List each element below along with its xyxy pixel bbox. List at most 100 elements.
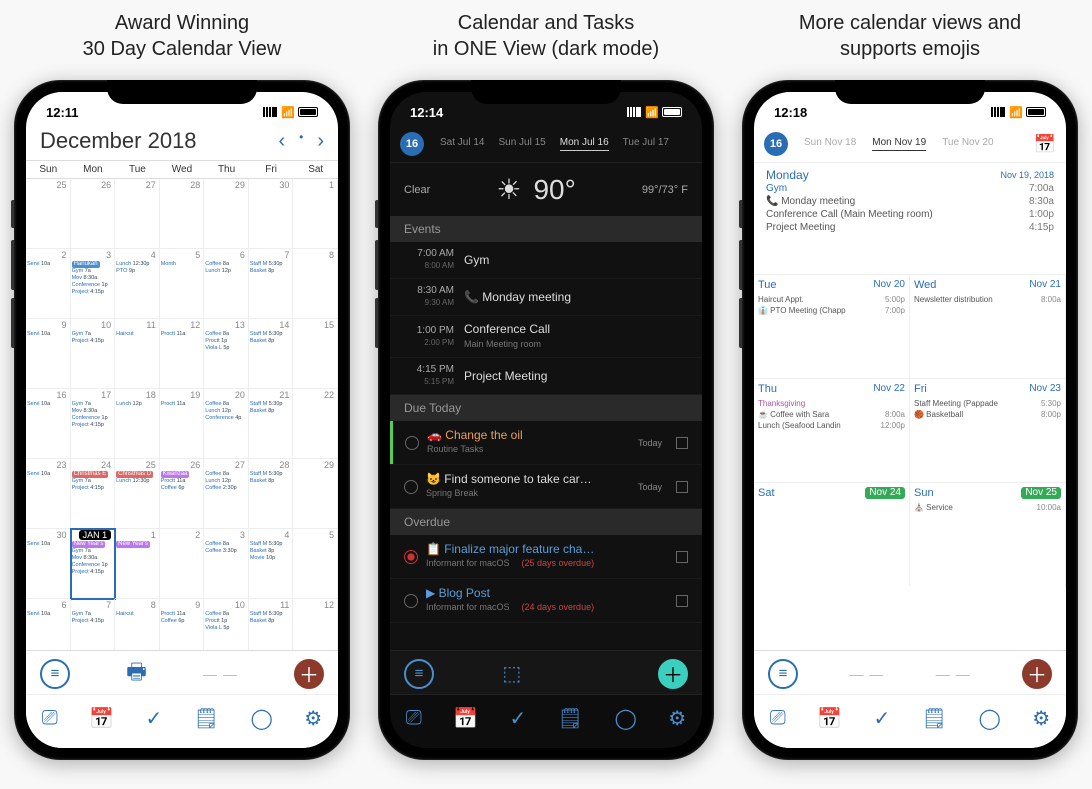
- calendar-cell[interactable]: 28: [160, 179, 205, 249]
- calendar-cell[interactable]: 22: [293, 389, 338, 459]
- calendar-icon[interactable]: 📅: [453, 706, 478, 731]
- calendar-cell[interactable]: 5Month: [160, 249, 205, 319]
- calendar-cell[interactable]: 19Proctt 11a: [160, 389, 205, 459]
- date-tab[interactable]: Tue Jul 17: [623, 137, 669, 151]
- profile-icon[interactable]: ◯: [250, 706, 272, 731]
- calendar-cell[interactable]: 26: [71, 179, 116, 249]
- calendar-cell[interactable]: 6Coffee 8aLunch 12p: [204, 249, 249, 319]
- focus-icon[interactable]: ⎚: [406, 707, 422, 730]
- menu-button[interactable]: ≡: [404, 659, 434, 689]
- date-tab[interactable]: Mon Nov 19: [872, 137, 926, 151]
- calendar-cell[interactable]: 24Christmas EGym 7aProject 4:15p: [71, 459, 116, 529]
- calendar-cell[interactable]: 29: [204, 179, 249, 249]
- calendar-cell[interactable]: 5: [293, 529, 338, 599]
- date-tab[interactable]: Mon Jul 16: [560, 137, 609, 151]
- week-cell[interactable]: ThuNov 22Thanksgiving☕ Coffee with Sara8…: [754, 378, 910, 482]
- menu-button[interactable]: ≡: [40, 659, 70, 689]
- calendar-cell[interactable]: JAN 1New Year'sGym 7aMov 8:30aConference…: [71, 529, 116, 599]
- week-cell[interactable]: FriNov 23Staff Meeting (Pappade5:30p🏀 Ba…: [910, 378, 1066, 482]
- check-icon[interactable]: ✓: [873, 706, 890, 731]
- calendar-cell[interactable]: 18Lunch 12p: [115, 389, 160, 459]
- note-icon[interactable]: 🗒: [558, 706, 583, 731]
- profile-icon[interactable]: ◯: [978, 706, 1000, 731]
- calendar-cell[interactable]: 28Staff M 5:30pBasket 8p: [249, 459, 294, 529]
- calendar-cell[interactable]: 4Staff M 5:30pBasket 8pMovie 10p: [249, 529, 294, 599]
- check-icon[interactable]: ✓: [145, 706, 162, 731]
- calendar-cell[interactable]: 1: [293, 179, 338, 249]
- prev-month-button[interactable]: ‹: [278, 130, 285, 153]
- calendar-cell[interactable]: 25Christmas DLunch 12:30p: [115, 459, 160, 529]
- menu-button[interactable]: ≡: [768, 659, 798, 689]
- calendar-cell[interactable]: 30: [249, 179, 294, 249]
- calendar-cell[interactable]: 11Haircut: [115, 319, 160, 389]
- focus-icon[interactable]: ⎚: [770, 707, 786, 730]
- calendar-cell[interactable]: 16Servi 10a: [26, 389, 71, 459]
- date-tab[interactable]: Sun Jul 15: [498, 137, 545, 151]
- calendar-cell[interactable]: 8: [293, 249, 338, 319]
- calendar-cell[interactable]: 3Coffee 8aCoffee 3:30p: [204, 529, 249, 599]
- calendar-cell[interactable]: 3HanukahGym 7aMov 8:30aConference 1pProj…: [71, 249, 116, 319]
- today-badge[interactable]: 16: [764, 132, 788, 156]
- agenda-item[interactable]: Gym7:00a: [754, 182, 1066, 195]
- calendar-cell[interactable]: 4Lunch 12:30pPTO 9p: [115, 249, 160, 319]
- calendar-cell[interactable]: 27Coffee 8aLunch 12pCoffee 2:30p: [204, 459, 249, 529]
- today-dot[interactable]: •: [299, 130, 303, 153]
- next-month-button[interactable]: ›: [317, 130, 324, 153]
- calendar-cell[interactable]: 1New Year's: [115, 529, 160, 599]
- month-grid[interactable]: 25262728293012Servi 10a3HanukahGym 7aMov…: [26, 179, 338, 669]
- calendar-cell[interactable]: 25: [26, 179, 71, 249]
- date-tab[interactable]: Tue Nov 20: [942, 137, 993, 151]
- week-cell[interactable]: TueNov 20Haircut Appt.5:00p👔 PTO Meeting…: [754, 274, 910, 378]
- task-row[interactable]: 😺 Find someone to take car…Spring BreakT…: [390, 465, 702, 509]
- focus-icon[interactable]: ⎚: [42, 707, 58, 730]
- calendar-cell[interactable]: 2: [160, 529, 205, 599]
- task-row[interactable]: ▶ Blog PostInformant for macOS(24 days o…: [390, 579, 702, 623]
- agenda-item[interactable]: Conference Call (Main Meeting room)1:00p: [754, 208, 1066, 221]
- check-icon[interactable]: ✓: [509, 706, 526, 731]
- calendar-cell[interactable]: 17Gym 7aMov 8:30aConference 1pProject 4:…: [71, 389, 116, 459]
- calendar-cell[interactable]: 15: [293, 319, 338, 389]
- date-tab[interactable]: Sat Jul 14: [440, 137, 484, 151]
- sliders-icon[interactable]: ⚙: [1032, 706, 1050, 731]
- calendar-cell[interactable]: 30Servi 10a: [26, 529, 71, 599]
- task-row[interactable]: 📋 Finalize major feature cha…Informant f…: [390, 535, 702, 579]
- calendar-cell[interactable]: 12Proctt 11a: [160, 319, 205, 389]
- map-button[interactable]: ⬚: [502, 661, 521, 686]
- week-cell[interactable]: SunNov 25⛪ Service10:00a: [910, 482, 1066, 586]
- agenda-item[interactable]: 📞 Monday meeting8:30a: [754, 195, 1066, 208]
- calendar-icon[interactable]: 📅: [89, 706, 114, 731]
- today-badge[interactable]: 16: [400, 132, 424, 156]
- event-row[interactable]: 8:30 AM9:30 AM📞 Monday meeting: [390, 279, 702, 316]
- calendar-cell[interactable]: 10Gym 7aProject 4:15p: [71, 319, 116, 389]
- calendar-cell[interactable]: 14Staff M 5:30pBasket 8p: [249, 319, 294, 389]
- calendar-cell[interactable]: 13Coffee 8aProctt 1pViola L 5p: [204, 319, 249, 389]
- event-row[interactable]: 1:00 PM2:00 PMConference CallMain Meetin…: [390, 316, 702, 358]
- calendar-cell[interactable]: 27: [115, 179, 160, 249]
- calendar-cell[interactable]: 20Coffee 8aLunch 12pConference 4p: [204, 389, 249, 459]
- week-cell[interactable]: SatNov 24: [754, 482, 910, 586]
- calendar-cell[interactable]: 29: [293, 459, 338, 529]
- calendar-cell[interactable]: 23Servi 10a: [26, 459, 71, 529]
- note-icon[interactable]: 🗒: [922, 706, 947, 731]
- calendar-icon[interactable]: 📅: [817, 706, 842, 731]
- add-button[interactable]: ＋: [294, 659, 324, 689]
- event-row[interactable]: 7:00 AM8:00 AMGym: [390, 242, 702, 279]
- add-button[interactable]: ＋: [1022, 659, 1052, 689]
- calendar-cell[interactable]: 7Staff M 5:30pBasket 8p: [249, 249, 294, 319]
- date-tab[interactable]: Sun Nov 18: [804, 137, 856, 151]
- agenda-item[interactable]: Project Meeting4:15p: [754, 221, 1066, 234]
- sliders-icon[interactable]: ⚙: [304, 706, 322, 731]
- calendar-cell[interactable]: 21Staff M 5:30pBasket 8p: [249, 389, 294, 459]
- calendar-cell[interactable]: 2Servi 10a: [26, 249, 71, 319]
- task-row[interactable]: 🚗 Change the oilRoutine TasksToday: [390, 421, 702, 465]
- add-button[interactable]: ＋: [658, 659, 688, 689]
- print-button[interactable]: 🖶: [126, 655, 147, 693]
- event-row[interactable]: 4:15 PM5:15 PMProject Meeting: [390, 358, 702, 395]
- sliders-icon[interactable]: ⚙: [668, 706, 686, 731]
- calendar-cell[interactable]: 9Servi 10a: [26, 319, 71, 389]
- calendar-jump-icon[interactable]: 📅: [1034, 134, 1056, 155]
- profile-icon[interactable]: ◯: [614, 706, 636, 731]
- calendar-cell[interactable]: 26KwanzaaProctt 11aCoffee 6p: [160, 459, 205, 529]
- note-icon[interactable]: 🗒: [194, 706, 219, 731]
- week-cell[interactable]: WedNov 21Newsletter distribution8:00a: [910, 274, 1066, 378]
